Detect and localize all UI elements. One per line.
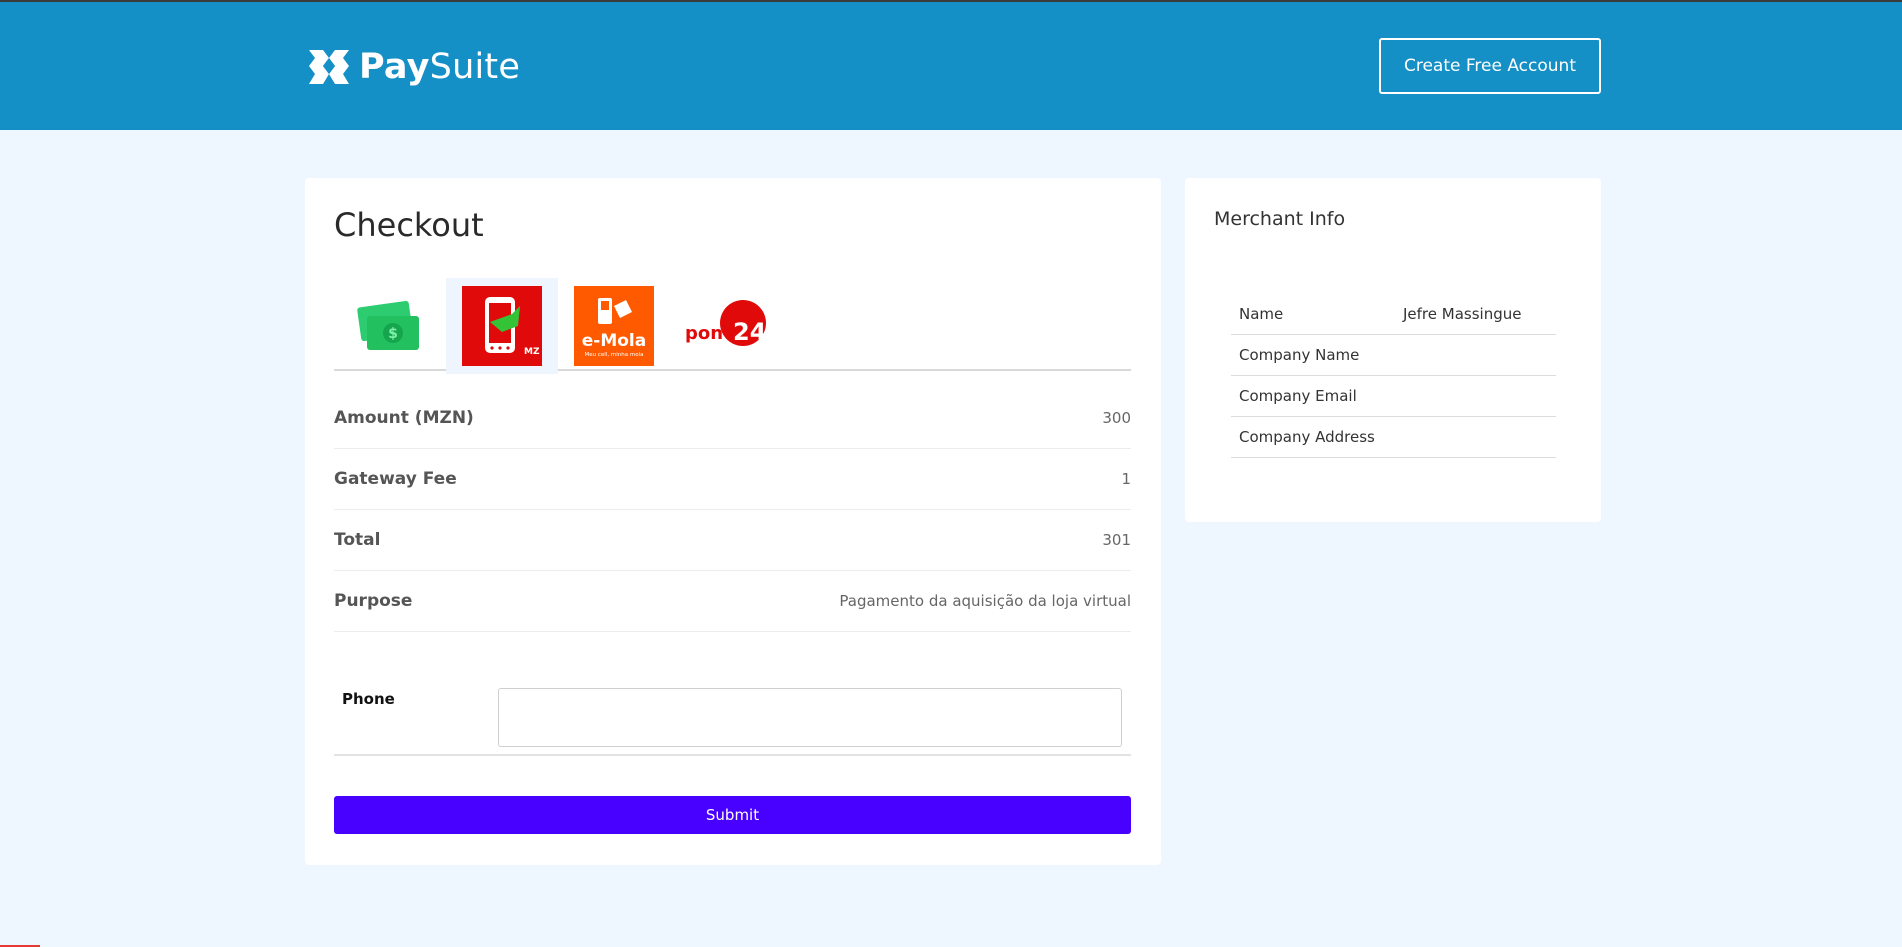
merchant-label: Company Email xyxy=(1239,387,1357,405)
brand-name: PaySuite xyxy=(359,47,520,87)
brand-name-light: Suite xyxy=(429,47,521,87)
emola-icon: e-Mola Meu cell, minha mola xyxy=(574,286,654,366)
brand-name-bold: Pay xyxy=(359,47,430,87)
merchant-info-table: Name Jefre Massingue Company Name Compan… xyxy=(1231,294,1556,458)
ponto24-logo-number: 24 xyxy=(733,318,766,346)
merchant-row-company-name: Company Name xyxy=(1231,335,1556,376)
svg-text:$: $ xyxy=(388,326,398,342)
phone-label: Phone xyxy=(342,690,395,708)
merchant-info-card: Merchant Info Name Jefre Massingue Compa… xyxy=(1185,178,1601,522)
ponto24-logo-text: pont xyxy=(685,323,732,344)
payment-method-ponto24[interactable]: pont 24 xyxy=(670,278,782,374)
paysuite-logo[interactable]: PaySuite xyxy=(305,46,520,88)
site-header: PaySuite Create Free Account xyxy=(0,2,1902,130)
summary-value: 300 xyxy=(1102,409,1131,427)
summary-label: Amount (MZN) xyxy=(334,408,474,428)
cash-icon: $ xyxy=(357,300,419,350)
merchant-row-company-email: Company Email xyxy=(1231,376,1556,417)
summary-row-purpose: Purpose Pagamento da aquisição da loja v… xyxy=(334,571,1131,632)
payment-method-cash[interactable]: $ xyxy=(334,278,446,374)
mpesa-icon: MZ xyxy=(462,286,542,366)
mpesa-mz-label: MZ xyxy=(524,347,540,357)
merchant-value: Jefre Massingue xyxy=(1403,305,1522,323)
payment-method-selector: $ MZ e-Mola Meu cell, minha mola pont 24 xyxy=(334,278,1131,374)
merchant-label: Name xyxy=(1239,305,1284,323)
emola-logo-text: e-Mola xyxy=(582,331,646,351)
phone-field-row: Phone xyxy=(334,678,1131,756)
summary-label: Gateway Fee xyxy=(334,469,457,489)
summary-row-gateway-fee: Gateway Fee 1 xyxy=(334,449,1131,510)
checkout-summary: Amount (MZN) 300 Gateway Fee 1 Total 301… xyxy=(334,388,1131,632)
payment-method-emola[interactable]: e-Mola Meu cell, minha mola xyxy=(558,278,670,374)
merchant-info-title: Merchant Info xyxy=(1214,208,1346,230)
checkout-card: Checkout $ MZ e-Mola Meu cell, minha mol… xyxy=(305,178,1161,865)
payment-method-mpesa[interactable]: MZ xyxy=(446,278,558,374)
create-free-account-button[interactable]: Create Free Account xyxy=(1379,38,1601,94)
summary-value: 301 xyxy=(1102,531,1131,549)
summary-row-total: Total 301 xyxy=(334,510,1131,571)
summary-value: Pagamento da aquisição da loja virtual xyxy=(839,592,1131,610)
submit-button[interactable]: Submit xyxy=(334,796,1131,834)
merchant-row-company-address: Company Address xyxy=(1231,417,1556,458)
merchant-label: Company Name xyxy=(1239,346,1360,364)
page-title: Checkout xyxy=(334,206,484,244)
summary-row-amount: Amount (MZN) 300 xyxy=(334,388,1131,449)
merchant-label: Company Address xyxy=(1239,428,1375,446)
phone-input[interactable] xyxy=(498,688,1122,747)
emola-tagline: Meu cell, minha mola xyxy=(585,352,644,358)
summary-label: Total xyxy=(334,530,381,550)
merchant-row-name: Name Jefre Massingue xyxy=(1231,294,1556,335)
paysuite-logo-icon xyxy=(309,50,349,84)
summary-label: Purpose xyxy=(334,591,413,611)
summary-value: 1 xyxy=(1121,470,1131,488)
ponto24-icon: pont 24 xyxy=(685,300,766,346)
